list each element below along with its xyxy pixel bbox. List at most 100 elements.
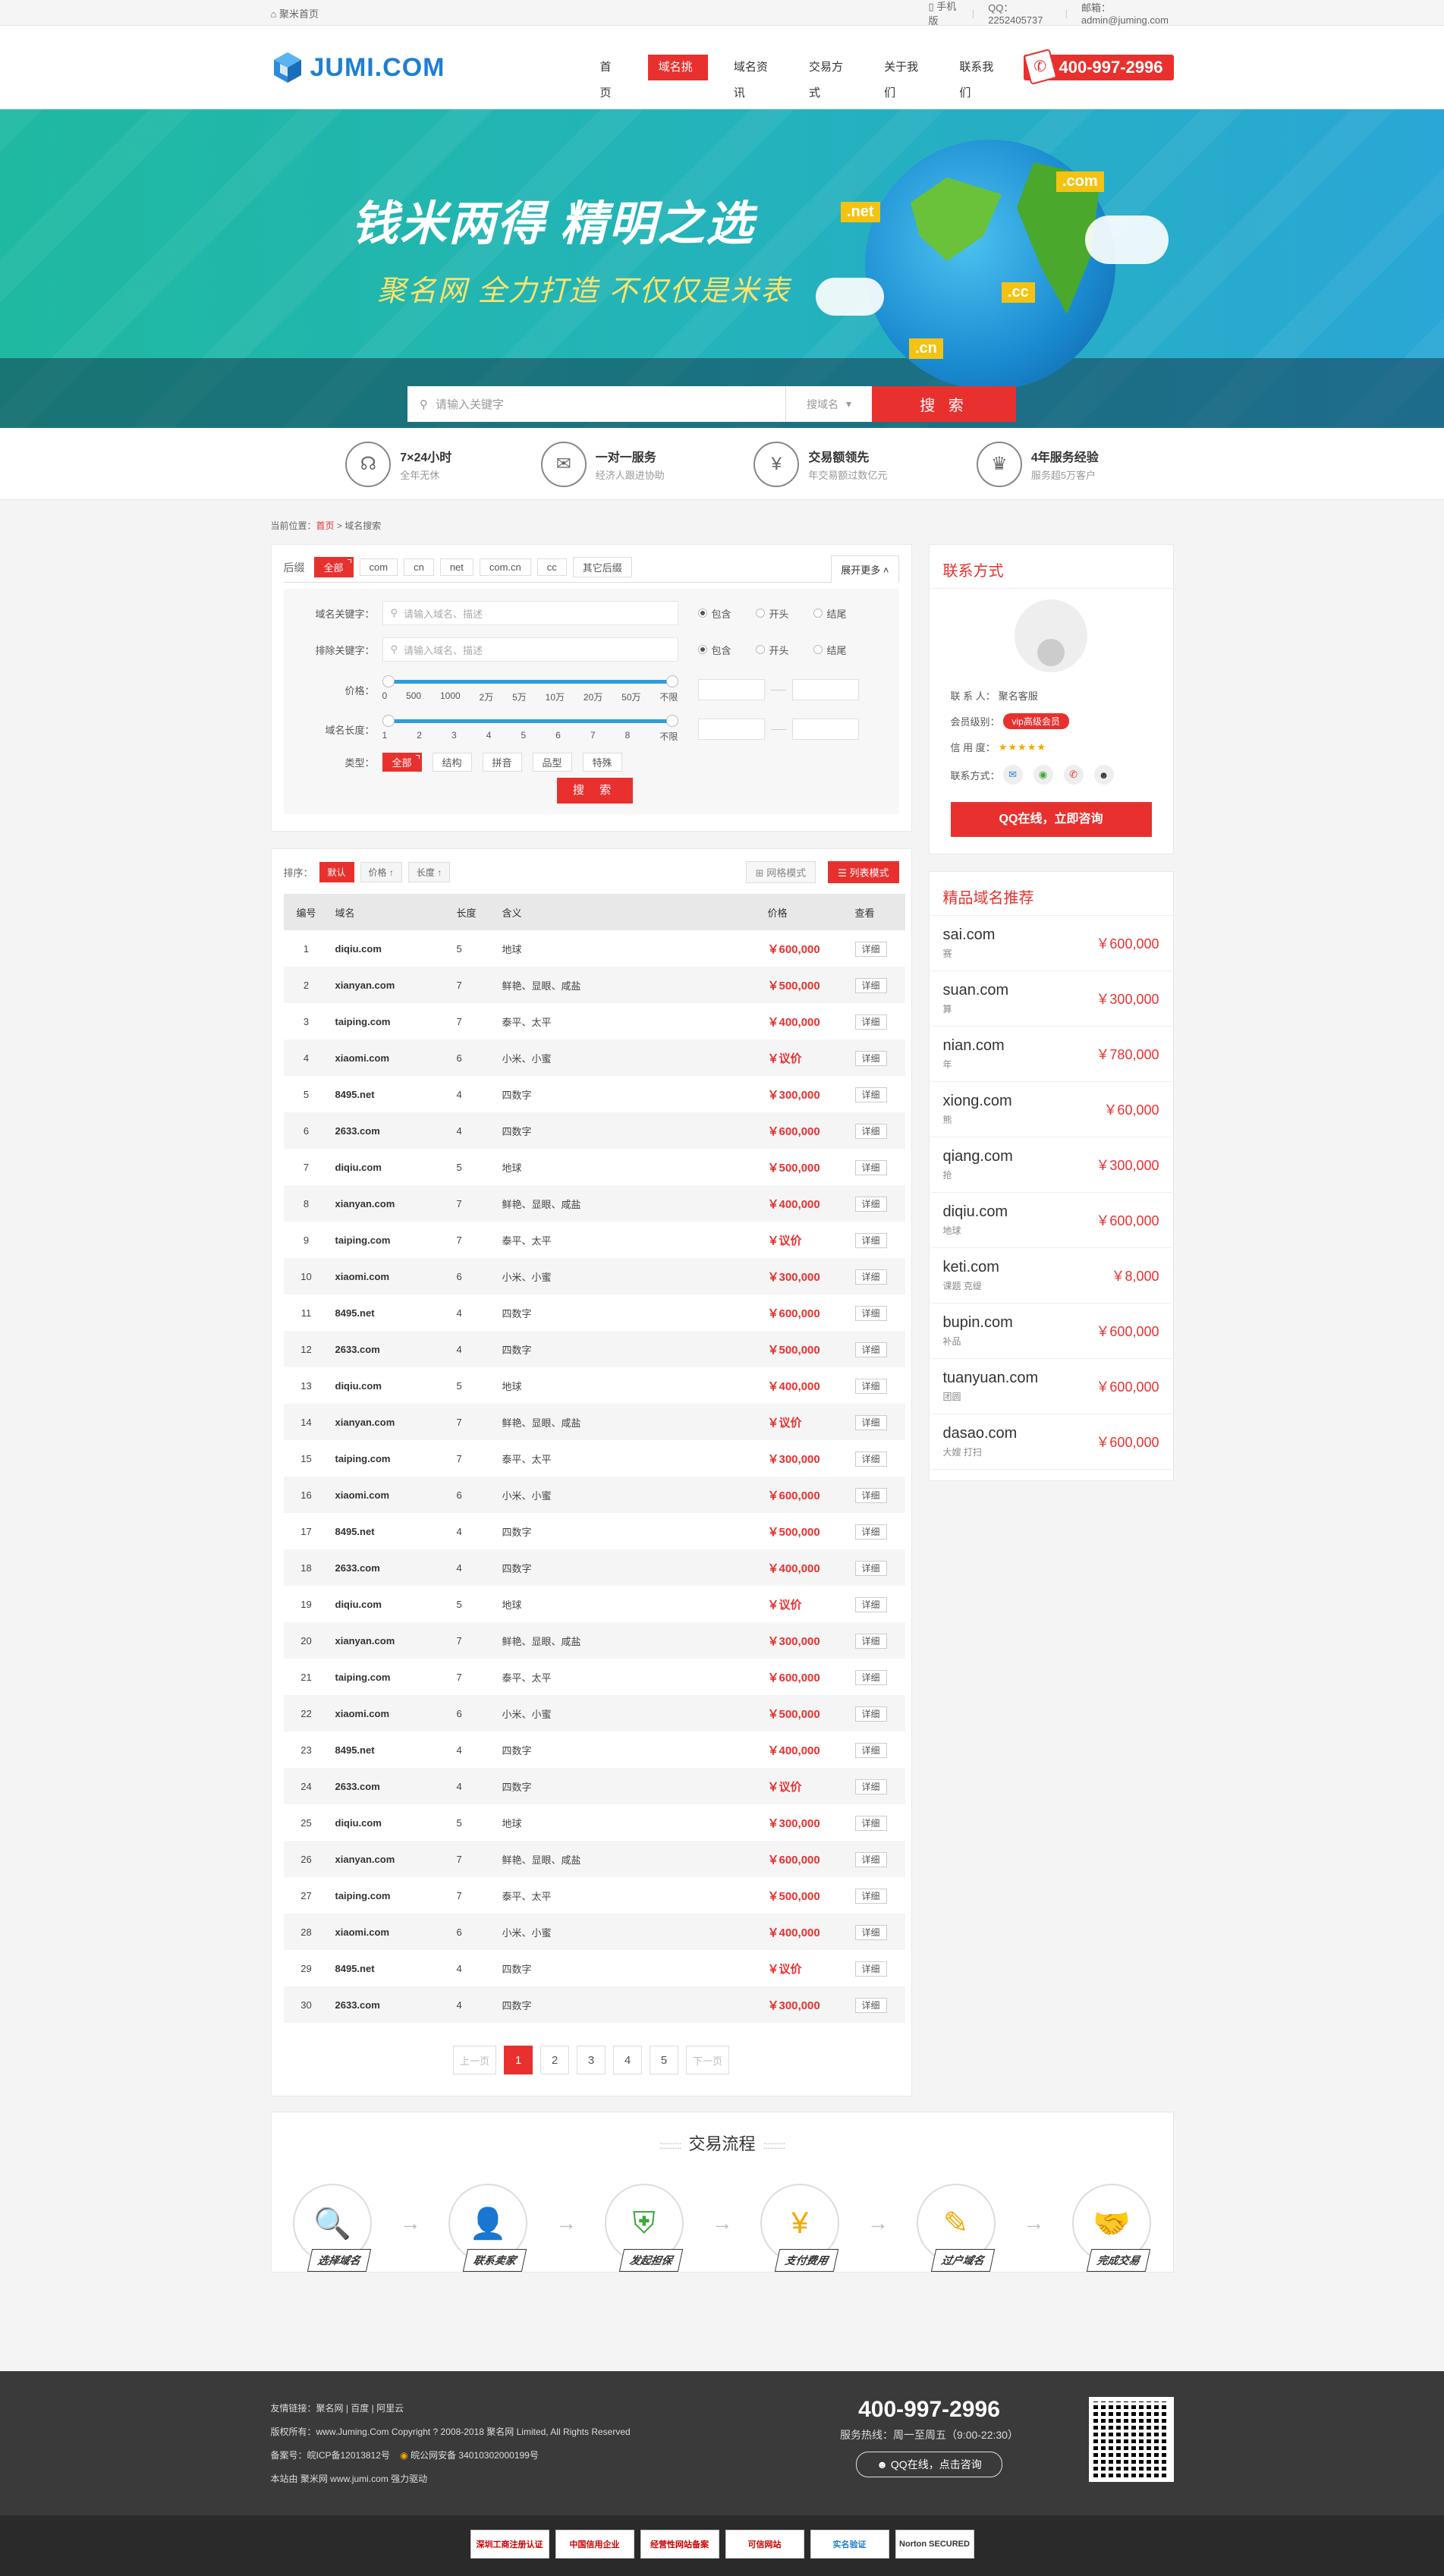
sort-length-button[interactable]: 长度 ↑: [407, 862, 451, 882]
detail-button[interactable]: 详细: [854, 1159, 887, 1175]
detail-button[interactable]: 详细: [854, 1305, 887, 1321]
search-type-select[interactable]: 搜域名 ▾: [785, 386, 872, 422]
expand-more-button[interactable]: 展开更多 ˄: [831, 555, 899, 583]
suffix-cn[interactable]: cn: [404, 558, 434, 576]
cell-domain[interactable]: xianyan.com: [329, 1841, 451, 1877]
slider-handle-max[interactable]: [665, 715, 678, 727]
suffix-comcn[interactable]: com.cn: [479, 558, 531, 576]
cell-domain[interactable]: xianyan.com: [329, 1404, 451, 1440]
filter-search-button[interactable]: 搜 索: [557, 778, 633, 804]
recommend-item[interactable]: dasao.com 大嫂 打扫 ￥600,000: [930, 1414, 1172, 1470]
cell-domain[interactable]: xiaomi.com: [329, 1914, 451, 1950]
recommend-domain[interactable]: keti.com: [943, 1259, 999, 1276]
recommend-item[interactable]: suan.com 算 ￥300,000: [930, 971, 1172, 1027]
cell-domain[interactable]: xiaomi.com: [329, 1695, 451, 1731]
detail-button[interactable]: 详细: [854, 1742, 887, 1758]
detail-button[interactable]: 详细: [854, 1815, 887, 1831]
detail-button[interactable]: 详细: [854, 1888, 887, 1904]
nav-contact[interactable]: 联系我们: [949, 55, 1008, 99]
detail-button[interactable]: 详细: [854, 1924, 887, 1940]
detail-button[interactable]: 详细: [854, 1961, 887, 1977]
grid-view-button[interactable]: ⊞ 网格模式: [745, 861, 816, 883]
cell-domain[interactable]: 8495.net: [329, 1731, 451, 1768]
slider-handle-min[interactable]: [382, 715, 395, 727]
cell-domain[interactable]: diqiu.com: [329, 1586, 451, 1622]
detail-button[interactable]: 详细: [854, 1232, 887, 1248]
cell-domain[interactable]: diqiu.com: [329, 930, 451, 967]
radio-starts[interactable]: 开头: [755, 606, 789, 621]
prev-page-button[interactable]: 上一页: [452, 2046, 496, 2074]
home-link-label[interactable]: 聚米首页: [279, 8, 319, 20]
detail-button[interactable]: 详细: [854, 1269, 887, 1285]
length-slider[interactable]: 1 2 3 4 5 6 7 8 不限: [382, 713, 678, 745]
type-structure[interactable]: 结构: [432, 753, 472, 772]
recommend-item[interactable]: tuanyuan.com 团圆 ￥600,000: [930, 1359, 1172, 1414]
type-all[interactable]: 全部: [382, 753, 422, 772]
radio-contains[interactable]: 包含: [697, 643, 731, 657]
radio-starts[interactable]: 开头: [755, 643, 789, 657]
radio-ends[interactable]: 结尾: [813, 606, 847, 621]
page-3[interactable]: 3: [577, 2046, 606, 2074]
recommend-item[interactable]: xiong.com 熊 ￥60,000: [930, 1082, 1172, 1137]
detail-button[interactable]: 详细: [854, 1706, 887, 1722]
suffix-cc[interactable]: cc: [536, 558, 567, 576]
cell-domain[interactable]: taiping.com: [329, 1440, 451, 1477]
email-icon[interactable]: ✉: [1002, 765, 1023, 785]
price-min-input[interactable]: [697, 679, 765, 700]
sort-default-button[interactable]: 默认: [319, 862, 354, 882]
recommend-domain[interactable]: tuanyuan.com: [943, 1370, 1039, 1387]
nav-about[interactable]: 关于我们: [873, 55, 933, 99]
recommend-item[interactable]: sai.com 赛 ￥600,000: [930, 916, 1172, 971]
page-5[interactable]: 5: [650, 2046, 678, 2074]
recommend-domain[interactable]: diqiu.com: [943, 1203, 1008, 1221]
badge-realname[interactable]: 实名验证: [810, 2530, 889, 2559]
type-special[interactable]: 特殊: [582, 753, 622, 772]
detail-button[interactable]: 详细: [854, 1014, 887, 1030]
mobile-label[interactable]: 手机版: [929, 1, 957, 27]
type-pinyin[interactable]: 拼音: [482, 753, 522, 772]
recommend-domain[interactable]: sai.com: [943, 926, 996, 944]
cell-domain[interactable]: 2633.com: [329, 1549, 451, 1586]
suffix-com[interactable]: com: [359, 558, 398, 576]
cell-domain[interactable]: xianyan.com: [329, 1622, 451, 1659]
nav-news[interactable]: 域名资讯: [723, 55, 783, 99]
cell-domain[interactable]: 2633.com: [329, 1112, 451, 1149]
length-max-input[interactable]: [791, 719, 859, 740]
badge-trusted[interactable]: 可信网站: [725, 2530, 804, 2559]
recommend-item[interactable]: diqiu.com 地球 ￥600,000: [930, 1193, 1172, 1248]
badge-business[interactable]: 深圳工商注册认证: [470, 2530, 549, 2559]
cell-domain[interactable]: 2633.com: [329, 1331, 451, 1367]
sort-price-button[interactable]: 价格 ↑: [360, 862, 402, 882]
cell-domain[interactable]: xiaomi.com: [329, 1477, 451, 1513]
slider-handle-min[interactable]: [382, 675, 395, 687]
logo[interactable]: JUMI.COM: [271, 51, 590, 84]
cell-domain[interactable]: xiaomi.com: [329, 1040, 451, 1076]
hero-search-button[interactable]: 搜 索: [872, 386, 1016, 422]
detail-button[interactable]: 详细: [854, 1633, 887, 1649]
detail-button[interactable]: 详细: [854, 1050, 887, 1066]
recommend-domain[interactable]: xiong.com: [943, 1093, 1012, 1110]
badge-norton[interactable]: Norton SECURED: [895, 2530, 974, 2559]
detail-button[interactable]: 详细: [854, 1341, 887, 1357]
qq-consult-button[interactable]: QQ在线，立即咨询: [950, 802, 1152, 837]
type-pattern[interactable]: 品型: [532, 753, 572, 772]
home-link[interactable]: ⌂ 聚米首页: [271, 6, 319, 20]
mobile-link[interactable]: ▯ 手机版: [929, 0, 958, 27]
recommend-item[interactable]: bupin.com 补品 ￥600,000: [930, 1304, 1172, 1359]
detail-button[interactable]: 详细: [854, 1451, 887, 1467]
detail-button[interactable]: 详细: [854, 1596, 887, 1612]
detail-button[interactable]: 详细: [854, 1851, 887, 1867]
length-min-input[interactable]: [697, 719, 765, 740]
cell-domain[interactable]: 8495.net: [329, 1950, 451, 1986]
recommend-domain[interactable]: suan.com: [943, 982, 1009, 999]
cell-domain[interactable]: diqiu.com: [329, 1804, 451, 1841]
detail-button[interactable]: 详细: [854, 1378, 887, 1394]
radio-contains[interactable]: 包含: [697, 606, 731, 621]
phone-icon[interactable]: ✆: [1063, 765, 1084, 785]
cell-domain[interactable]: xianyan.com: [329, 1185, 451, 1222]
detail-button[interactable]: 详细: [854, 977, 887, 993]
detail-button[interactable]: 详细: [854, 1779, 887, 1794]
page-4[interactable]: 4: [613, 2046, 642, 2074]
cell-domain[interactable]: taiping.com: [329, 1222, 451, 1258]
cell-domain[interactable]: 8495.net: [329, 1076, 451, 1112]
